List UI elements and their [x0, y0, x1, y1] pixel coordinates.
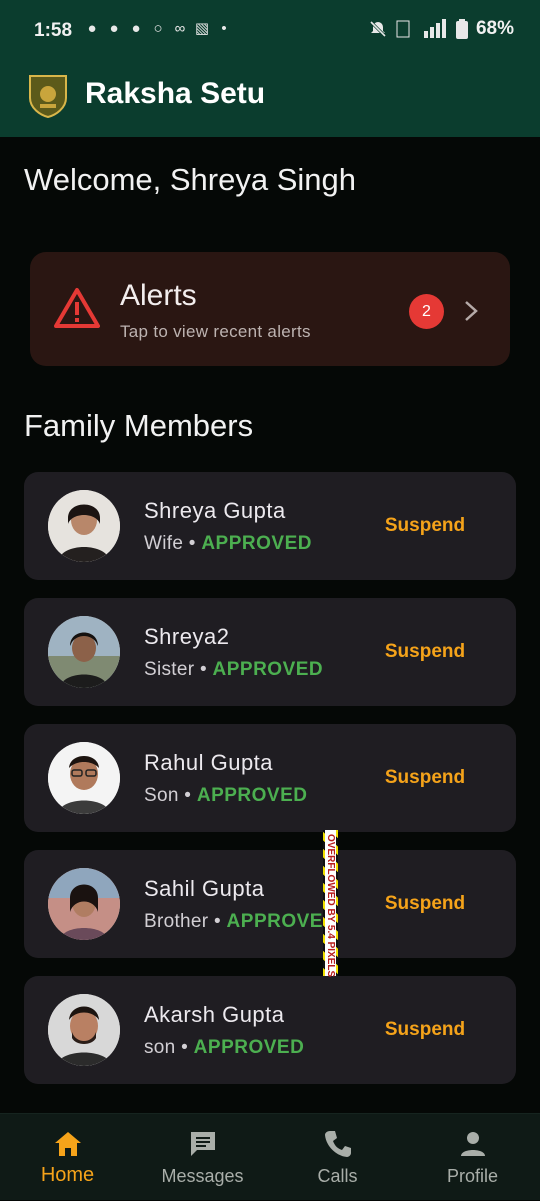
person-icon	[460, 1132, 485, 1156]
member-name: Akarsh Gupta	[144, 1002, 285, 1027]
alerts-title: Alerts	[120, 279, 197, 312]
phone-icon	[324, 1131, 351, 1157]
volte-icon	[396, 20, 410, 38]
member-status: APPROVED	[212, 659, 324, 680]
family-members-title: Family Members	[24, 408, 254, 443]
member-card[interactable]: Shreya Gupta Wife • APPROVED Suspend	[24, 472, 516, 580]
member-relation: Son	[144, 785, 179, 806]
member-name: Shreya2	[144, 624, 230, 649]
app-icon: ▧	[194, 20, 210, 37]
avatar	[48, 616, 120, 688]
alerts-subtitle: Tap to view recent alerts	[120, 322, 311, 341]
nav-messages[interactable]: Messages	[135, 1114, 270, 1201]
member-status: APPROVED	[193, 1037, 305, 1058]
message-icon	[190, 1132, 215, 1156]
separator: •	[208, 911, 227, 932]
whatsapp-icon: ○	[153, 20, 163, 37]
nav-label: Calls	[317, 1166, 358, 1186]
member-card[interactable]: Rahul Gupta Son • APPROVED Suspend	[24, 724, 516, 832]
alerts-count-badge: 2	[409, 294, 444, 329]
welcome-text: Welcome, Shreya Singh	[24, 162, 356, 197]
home-icon	[54, 1132, 81, 1156]
overflow-warning-text: OVERFLOWED BY 5.4 PIXELS	[325, 834, 336, 978]
status-time: 1:58	[34, 20, 73, 41]
separator: •	[183, 533, 202, 554]
warning-icon	[54, 288, 100, 328]
status-bar: 1:58 ● ● ● ○ ∞ ▧ • 68%	[0, 0, 540, 62]
member-status: APPROVED	[201, 533, 312, 554]
nav-calls[interactable]: Calls	[270, 1114, 405, 1201]
avatar	[48, 490, 120, 562]
battery-level: 68%	[475, 18, 514, 39]
separator: •	[194, 659, 213, 680]
signal-icon	[423, 19, 446, 38]
member-relation: son	[144, 1037, 176, 1058]
member-status: APPROVED	[196, 785, 308, 806]
member-name: Rahul Gupta	[144, 750, 274, 775]
suspend-button[interactable]: Suspend	[370, 636, 480, 668]
member-relation-status: Brother • APPROVED	[144, 911, 337, 933]
infinity-icon: ∞	[174, 20, 186, 37]
member-card[interactable]: Shreya2 Sister • APPROVED Suspend	[24, 598, 516, 706]
member-relation-status: son • APPROVED	[144, 1037, 304, 1059]
member-relation: Wife	[144, 533, 184, 554]
nav-home[interactable]: Home	[0, 1114, 135, 1201]
member-status: APPROVED	[226, 911, 338, 932]
member-name: Shreya Gupta	[144, 498, 286, 523]
member-relation: Sister	[144, 659, 195, 680]
separator: •	[175, 1037, 194, 1058]
status-right: 68%	[368, 18, 514, 40]
member-relation-status: Wife • APPROVED	[144, 533, 312, 555]
chevron-right-icon	[465, 301, 478, 321]
notification-icons: ● ● ● ○ ∞ ▧ •	[84, 21, 232, 37]
suspend-button[interactable]: Suspend	[370, 888, 480, 920]
suspend-button[interactable]: Suspend	[370, 510, 480, 542]
member-card[interactable]: Sahil Gupta Brother • APPROVED Suspend	[24, 850, 516, 958]
nav-label: Profile	[446, 1166, 499, 1186]
suspend-button[interactable]: Suspend	[370, 762, 480, 794]
nav-label: Home	[40, 1164, 95, 1186]
nav-profile[interactable]: Profile	[405, 1114, 540, 1201]
separator: •	[178, 785, 197, 806]
member-card[interactable]: Akarsh Gupta son • APPROVED Suspend	[24, 976, 516, 1084]
snapchat-icon: ●	[87, 20, 97, 37]
app-bar: Raksha Setu	[0, 62, 540, 137]
mute-icon	[369, 20, 387, 38]
bottom-navigation: Home Messages Calls Profile	[0, 1113, 540, 1200]
alerts-card[interactable]: Alerts Tap to view recent alerts 2	[30, 252, 510, 366]
overflow-warning: OVERFLOWED BY 5.4 PIXELS	[323, 830, 338, 978]
avatar	[48, 868, 120, 940]
member-relation-status: Son • APPROVED	[144, 785, 307, 807]
battery-icon	[455, 19, 468, 39]
avatar	[48, 994, 120, 1066]
app-title: Raksha Setu	[85, 77, 266, 110]
avatar	[48, 742, 120, 814]
member-relation: Brother	[144, 911, 209, 932]
suspend-button[interactable]: Suspend	[370, 1014, 480, 1046]
snapchat-icon: ●	[109, 20, 119, 37]
dot-icon: •	[221, 20, 227, 37]
snapchat-icon: ●	[131, 20, 141, 37]
emblem-logo	[29, 75, 67, 118]
nav-label: Messages	[161, 1166, 244, 1186]
member-relation-status: Sister • APPROVED	[144, 659, 323, 681]
member-name: Sahil Gupta	[144, 876, 265, 901]
